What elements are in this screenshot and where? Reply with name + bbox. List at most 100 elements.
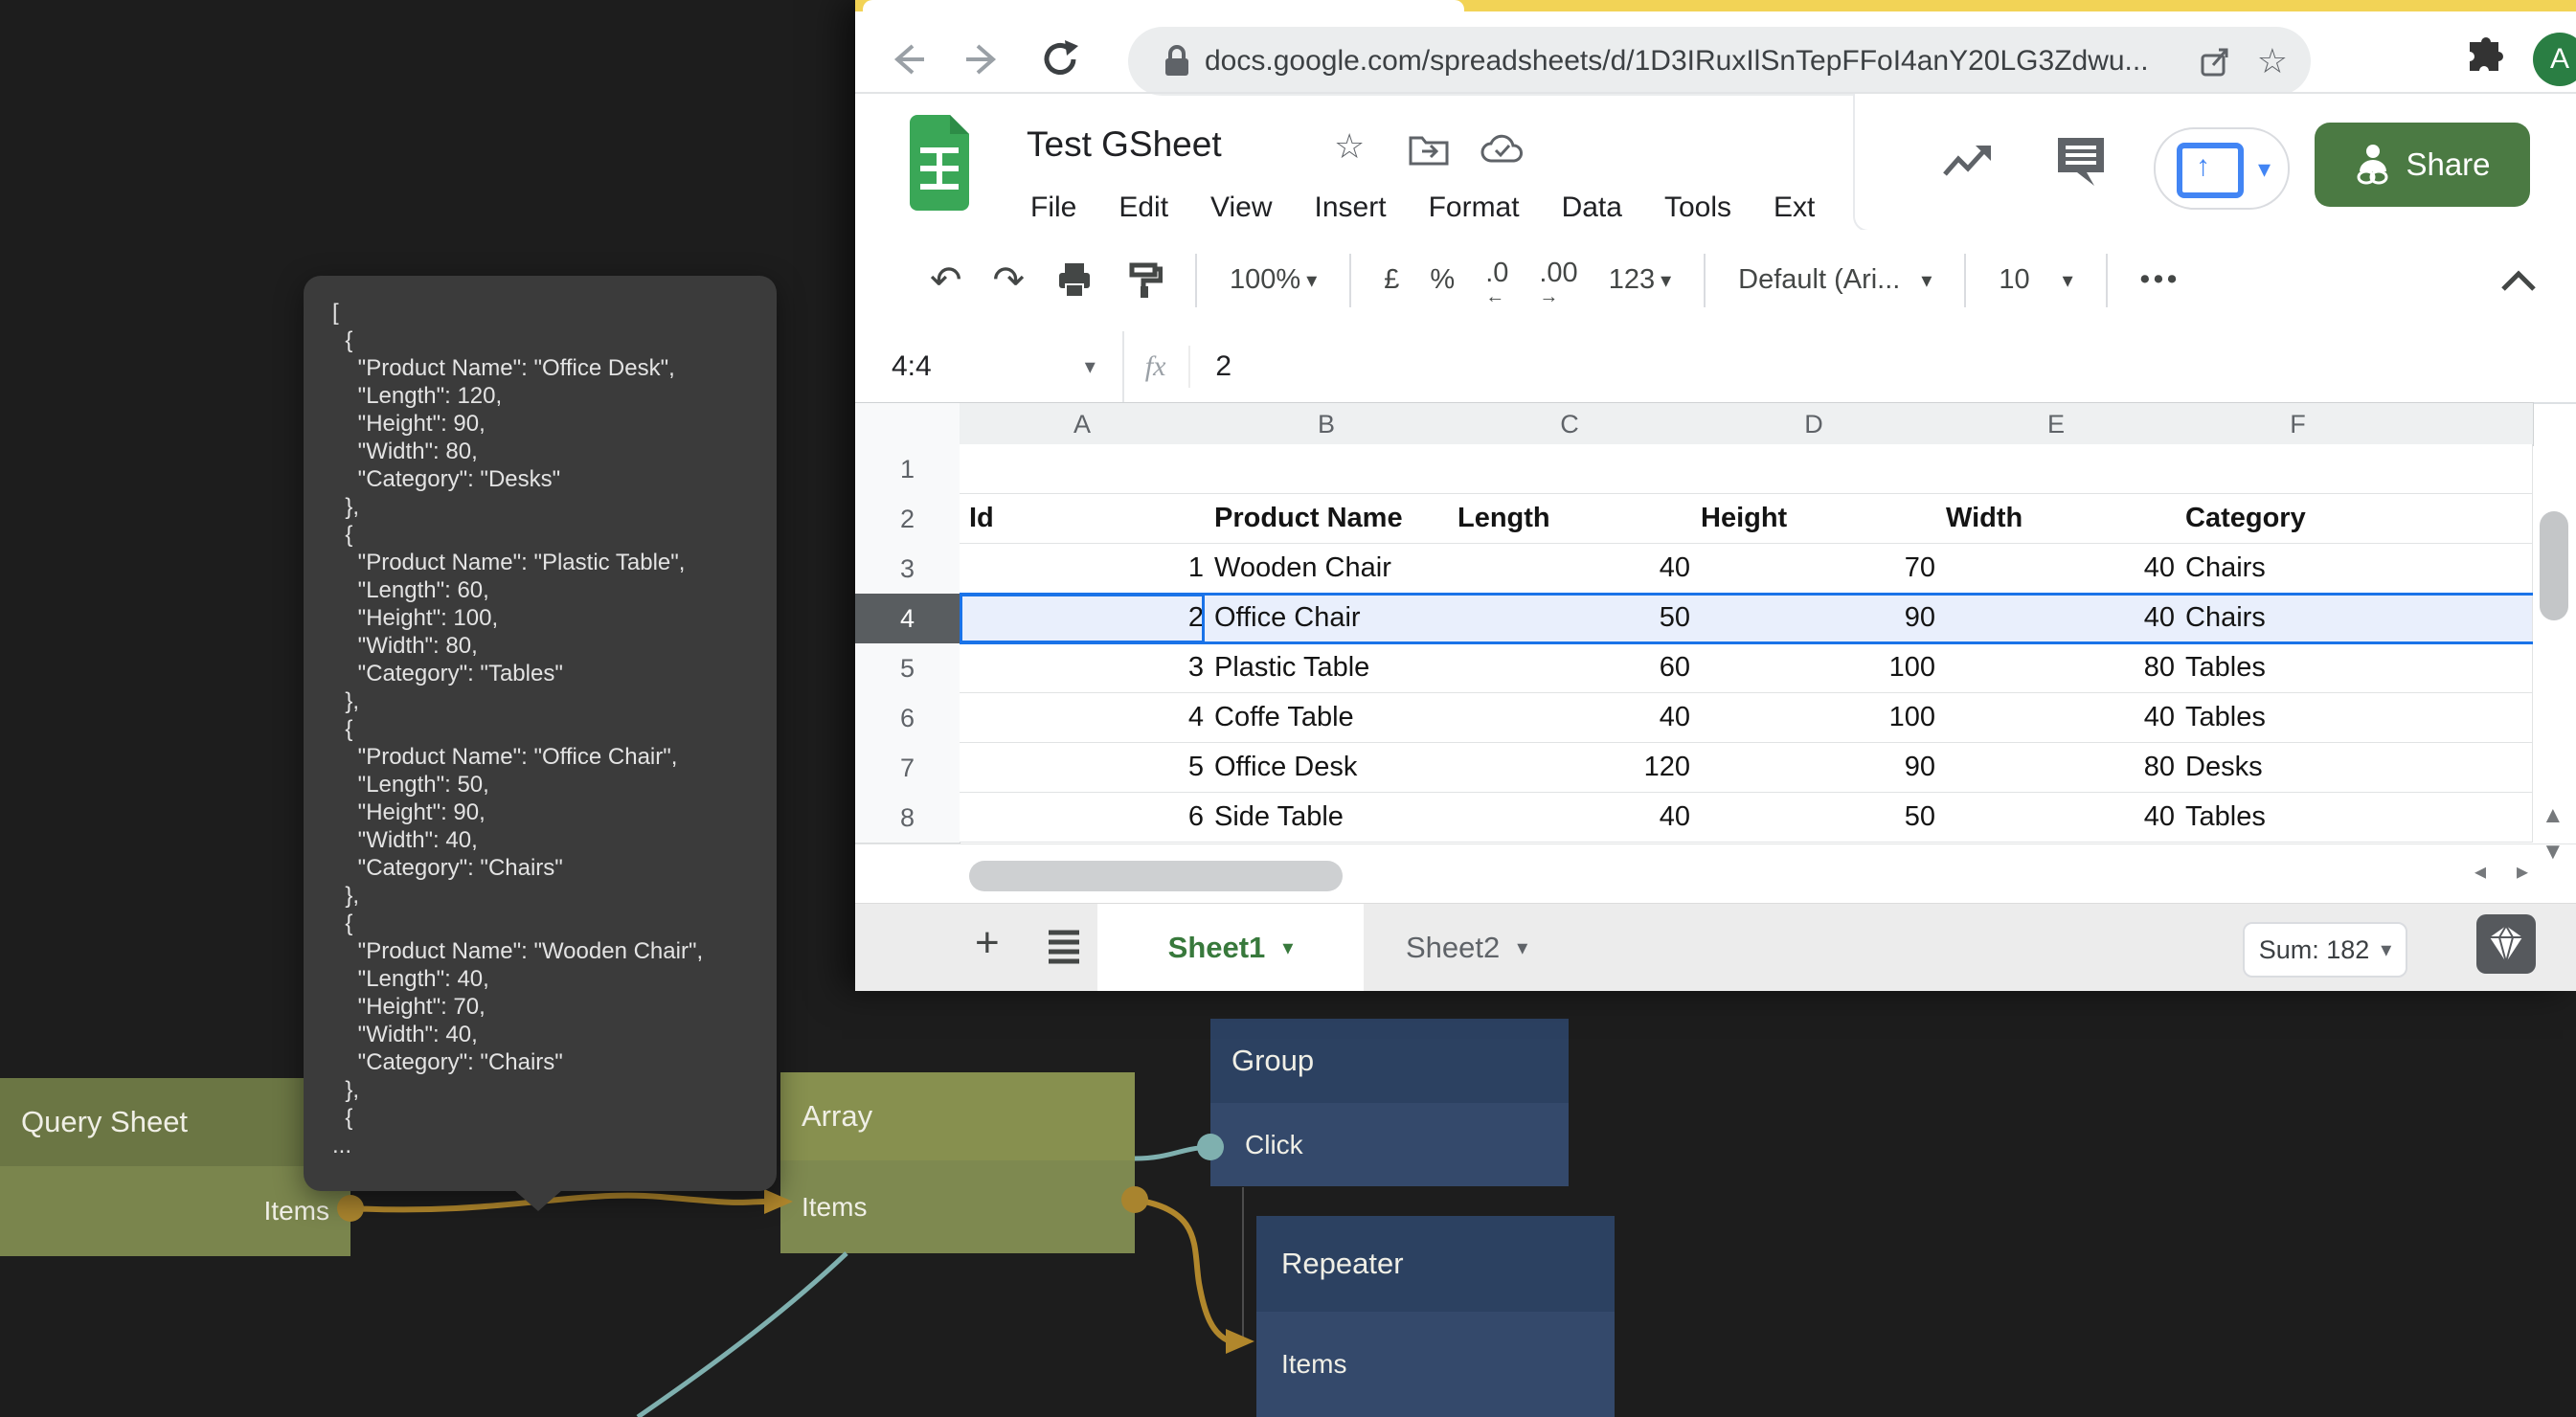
row-header-2[interactable]: 2 <box>855 494 960 545</box>
cell-G2[interactable] <box>2420 494 2533 544</box>
add-sheet-button[interactable]: + <box>975 919 1000 967</box>
group-click-input-port[interactable] <box>1197 1134 1224 1160</box>
explore-button[interactable] <box>2476 914 2536 974</box>
menu-insert[interactable]: Insert <box>1315 191 1387 224</box>
row-header-7[interactable]: 7 <box>855 743 960 794</box>
scroll-right-arrow[interactable]: ▸ <box>2517 858 2528 886</box>
horizontal-scrollbar-thumb[interactable] <box>969 861 1343 891</box>
menu-view[interactable]: View <box>1210 191 1272 224</box>
scroll-left-arrow[interactable]: ◂ <box>2474 858 2486 886</box>
back-button[interactable] <box>886 38 928 80</box>
cell-C8[interactable]: 40 <box>1448 793 1701 843</box>
query-sheet-output-port[interactable] <box>337 1195 364 1222</box>
row-header-8[interactable]: 8 <box>855 793 960 843</box>
vertical-scrollbar-thumb[interactable] <box>2540 511 2568 620</box>
cell-F6[interactable]: Tables <box>2176 693 2429 743</box>
column-header-A[interactable]: A <box>960 402 1206 446</box>
cell-D1[interactable] <box>1691 444 1946 494</box>
cell-A5[interactable]: 3 <box>960 643 1214 693</box>
cell-F1[interactable] <box>2176 444 2429 494</box>
node-repeater[interactable]: Repeater Items <box>1256 1216 1615 1417</box>
sum-indicator[interactable]: Sum: 182 ▾ <box>2243 922 2407 978</box>
cell-E7[interactable]: 80 <box>1936 743 2185 793</box>
cell-F8[interactable]: Tables <box>2176 793 2429 843</box>
cell-A7[interactable]: 5 <box>960 743 1214 793</box>
menu-ext[interactable]: Ext <box>1774 191 1815 224</box>
wire-array-to-repeater[interactable] <box>1135 1200 1228 1340</box>
cell-C1[interactable] <box>1448 444 1701 494</box>
cell-C6[interactable]: 40 <box>1448 693 1701 743</box>
cloud-saved-icon[interactable] <box>1480 132 1525 167</box>
column-header-E[interactable]: E <box>1936 402 2177 446</box>
row-header-1[interactable]: 1 <box>855 444 960 495</box>
bookmark-star-icon[interactable]: ☆ <box>2257 41 2288 81</box>
cell-E8[interactable]: 40 <box>1936 793 2185 843</box>
number-format-menu[interactable]: 123▾ <box>1609 264 1671 296</box>
insights-trending-icon[interactable] <box>1941 140 1995 182</box>
cell-F2[interactable]: Category <box>2176 494 2429 544</box>
cell-D2[interactable]: Height <box>1691 494 1946 544</box>
zoom-select[interactable]: 100% ▾ <box>1230 264 1317 296</box>
menu-tools[interactable]: Tools <box>1664 191 1731 224</box>
cell-A1[interactable] <box>960 444 1214 494</box>
cell-E1[interactable] <box>1936 444 2185 494</box>
cell-D4[interactable]: 90 <box>1691 594 1946 643</box>
url-text[interactable]: docs.google.com/spreadsheets/d/1D3IRuxIl… <box>1205 45 2149 78</box>
menu-file[interactable]: File <box>1030 191 1076 224</box>
cell-E3[interactable]: 40 <box>1936 544 2185 594</box>
cell-G5[interactable] <box>2420 643 2533 693</box>
menu-format[interactable]: Format <box>1429 191 1520 224</box>
grid-corner-box[interactable] <box>855 402 960 446</box>
cell-G6[interactable] <box>2420 693 2533 743</box>
row-header-6[interactable]: 6 <box>855 693 960 744</box>
address-bar[interactable]: docs.google.com/spreadsheets/d/1D3IRuxIl… <box>1128 27 2311 96</box>
sheet1-menu-caret[interactable]: ▾ <box>1282 935 1293 960</box>
present-dropdown-caret[interactable]: ▾ <box>2258 154 2271 184</box>
cell-G3[interactable] <box>2420 544 2533 594</box>
cell-B3[interactable]: Wooden Chair <box>1205 544 1457 594</box>
cell-F4[interactable]: Chairs <box>2176 594 2429 643</box>
array-output-port[interactable] <box>1121 1186 1148 1213</box>
cell-A3[interactable]: 1 <box>960 544 1214 594</box>
cell-F5[interactable]: Tables <box>2176 643 2429 693</box>
cell-B5[interactable]: Plastic Table <box>1205 643 1457 693</box>
menu-data[interactable]: Data <box>1562 191 1622 224</box>
cell-E4[interactable]: 40 <box>1936 594 2185 643</box>
cell-E6[interactable]: 40 <box>1936 693 2185 743</box>
cell-G1[interactable] <box>2420 444 2533 494</box>
document-title[interactable]: Test GSheet <box>1027 124 1222 165</box>
node-group[interactable]: Group Click <box>1210 1019 1569 1186</box>
menu-edit[interactable]: Edit <box>1119 191 1168 224</box>
cell-E2[interactable]: Width <box>1936 494 2185 544</box>
cell-B1[interactable] <box>1205 444 1457 494</box>
wire-array-to-group-click[interactable] <box>1135 1148 1199 1158</box>
share-button[interactable]: Share <box>2315 123 2530 207</box>
formula-input-value[interactable]: 2 <box>1215 350 1232 383</box>
node-array[interactable]: Array Items <box>780 1072 1135 1253</box>
cell-A6[interactable]: 4 <box>960 693 1214 743</box>
browser-profile-avatar[interactable]: A <box>2533 33 2576 86</box>
sheet-tab-sheet1[interactable]: Sheet1 ▾ <box>1097 904 1364 991</box>
cell-G8[interactable] <box>2420 793 2533 843</box>
cell-C3[interactable]: 40 <box>1448 544 1701 594</box>
sum-dropdown-caret[interactable]: ▾ <box>2381 937 2391 962</box>
reload-button[interactable] <box>1039 38 1081 80</box>
move-to-folder-icon[interactable] <box>1409 132 1449 167</box>
browser-active-tab[interactable] <box>863 0 1464 11</box>
extensions-puzzle-icon[interactable] <box>2464 36 2506 79</box>
cell-D8[interactable]: 50 <box>1691 793 1946 843</box>
column-header-D[interactable]: D <box>1691 402 1937 446</box>
forward-button[interactable] <box>962 38 1005 80</box>
cell-C2[interactable]: Length <box>1448 494 1701 544</box>
column-header-B[interactable]: B <box>1205 402 1449 446</box>
scroll-up-arrow[interactable]: ▲ <box>2542 802 2565 829</box>
more-toolbar-options[interactable]: ••• <box>2140 264 2181 296</box>
format-percent-button[interactable]: % <box>1430 264 1455 296</box>
row-header-3[interactable]: 3 <box>855 544 960 595</box>
cell-E5[interactable]: 80 <box>1936 643 2185 693</box>
paint-format-button[interactable] <box>1124 261 1163 300</box>
column-header-F[interactable]: F <box>2176 402 2421 446</box>
share-page-icon[interactable] <box>2198 44 2232 79</box>
cell-D7[interactable]: 90 <box>1691 743 1946 793</box>
scroll-down-arrow[interactable]: ▼ <box>2542 839 2565 866</box>
